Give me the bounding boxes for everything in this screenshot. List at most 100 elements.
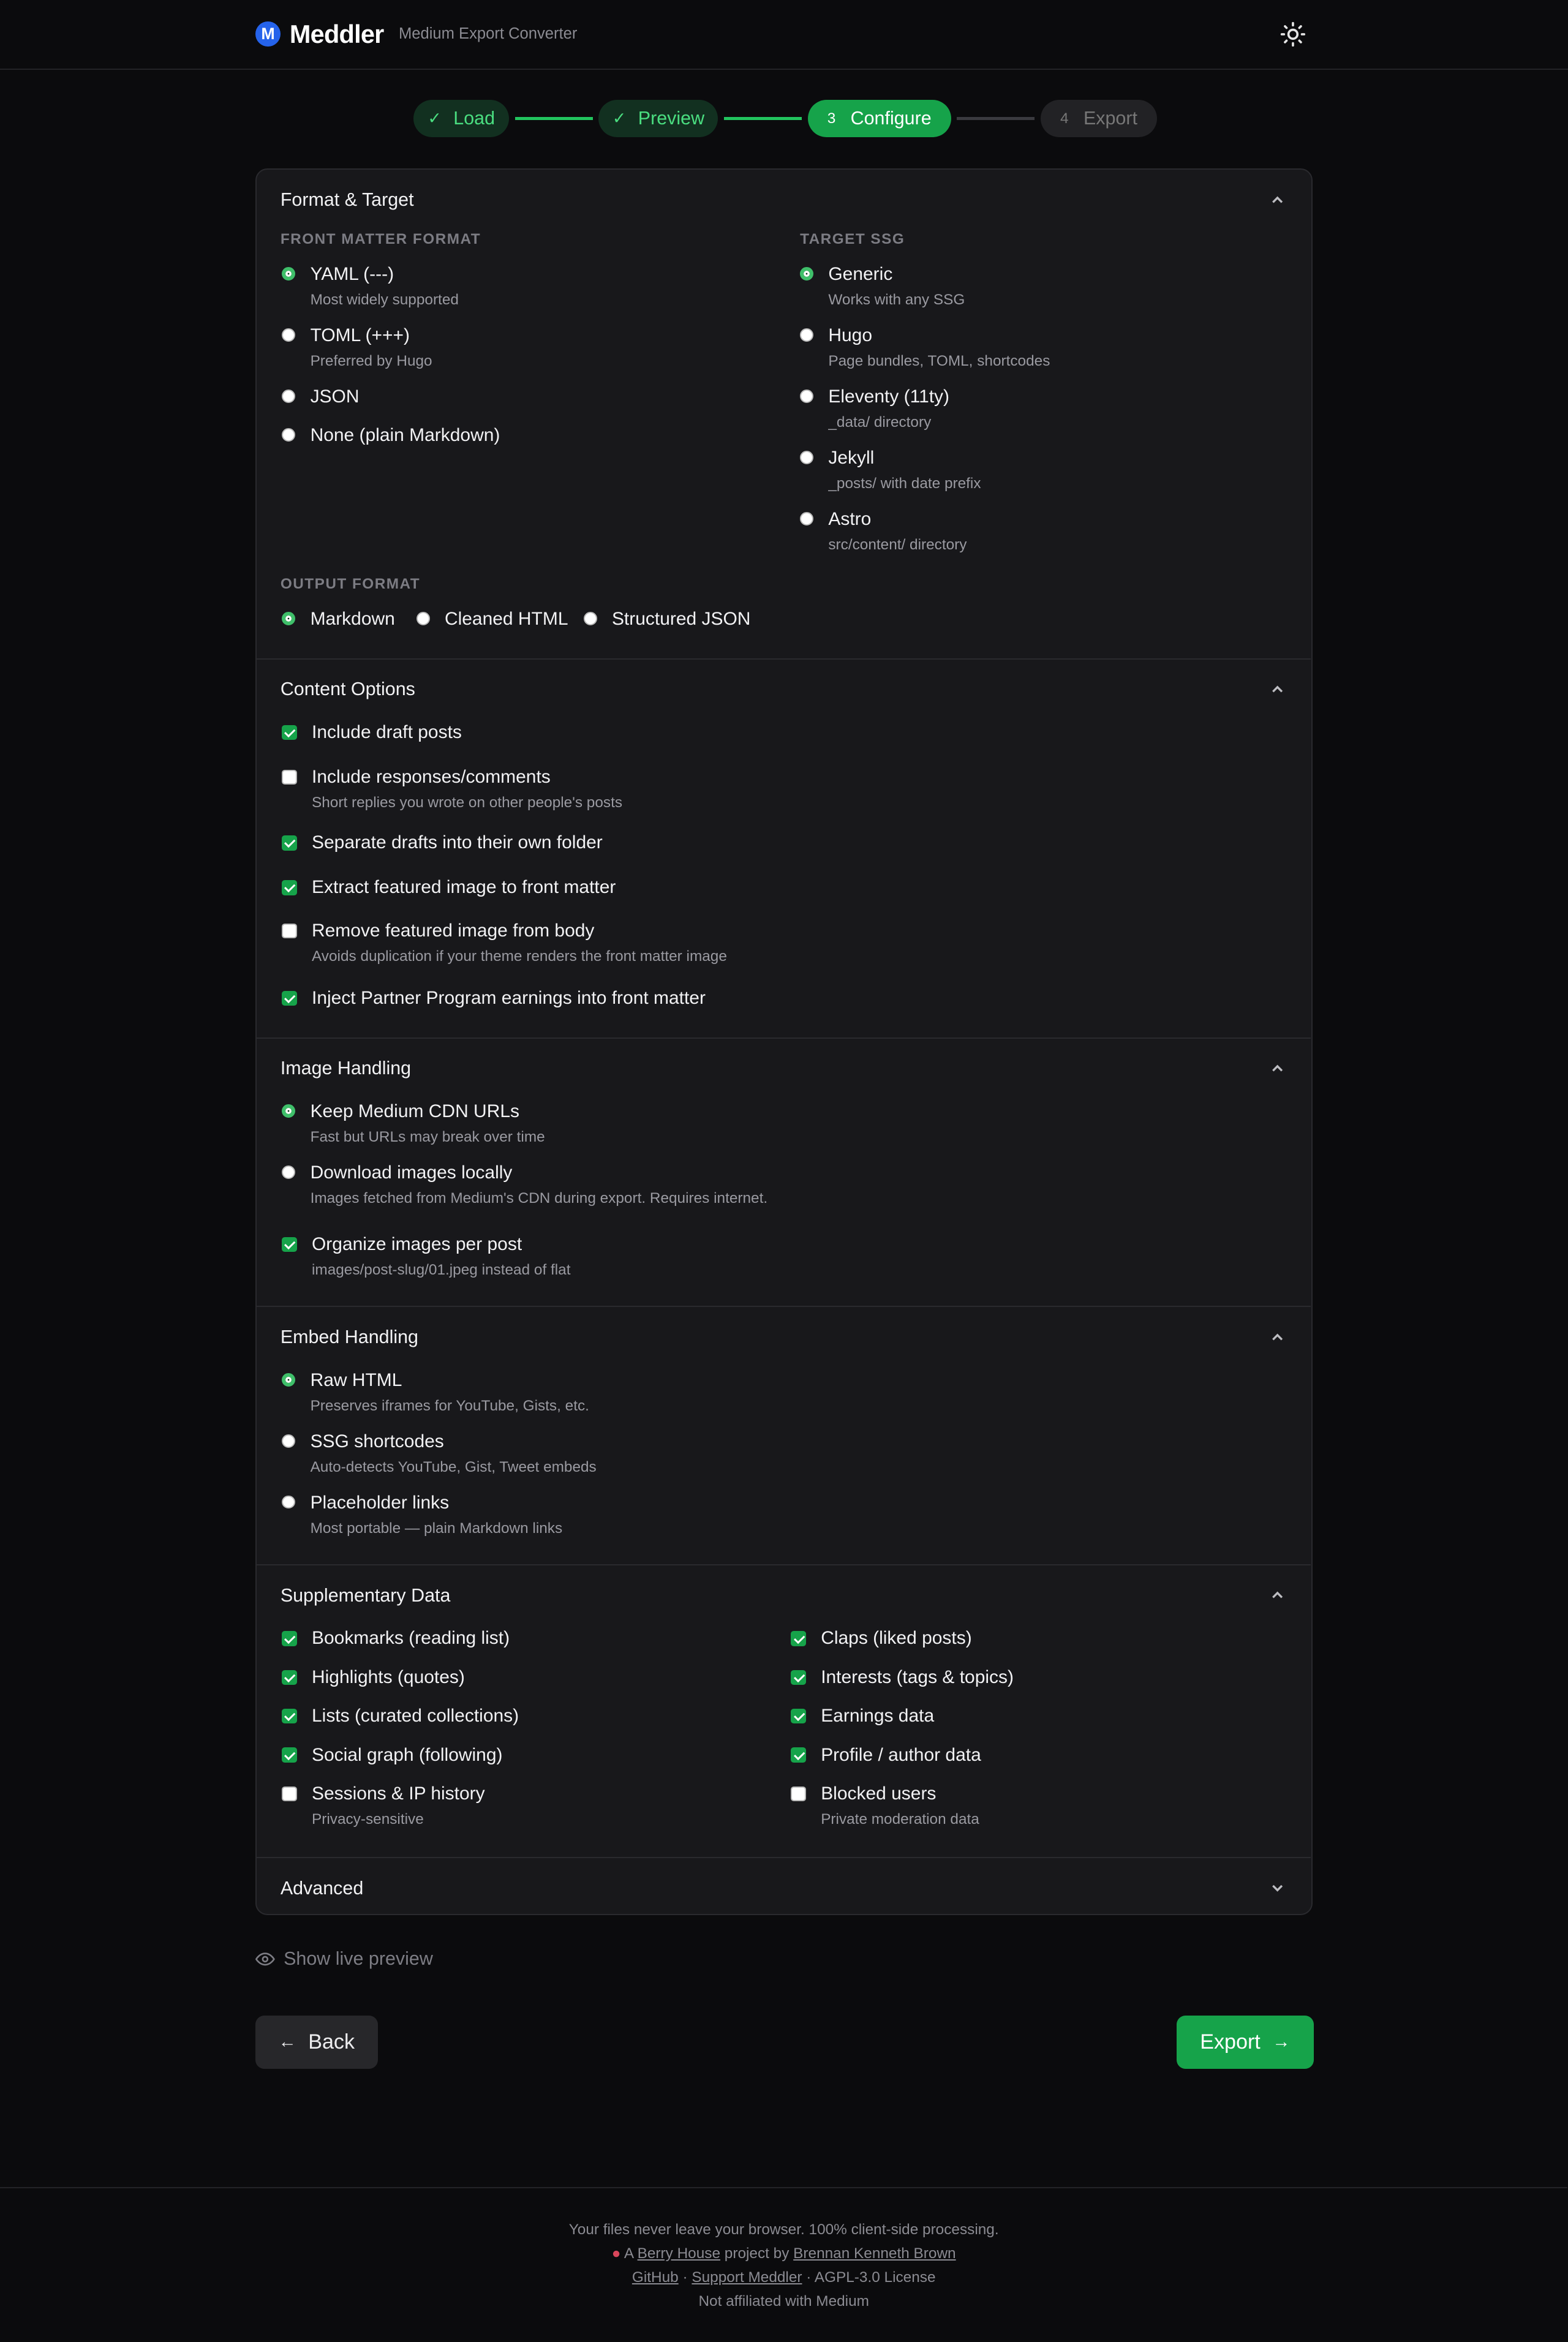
checkbox[interactable] [282,769,297,785]
step-preview[interactable]: ✓ Preview [598,100,718,138]
radio-button[interactable] [800,511,813,525]
radio-button[interactable] [282,1104,296,1118]
chevron-down-icon[interactable] [1268,1879,1286,1897]
section-title[interactable]: Image Handling [281,1058,411,1079]
section-advanced[interactable]: Advanced [256,1856,1311,1916]
radio-astro[interactable]: Astro src/content/ directory [800,509,967,554]
checkbox-claps[interactable]: Claps (liked posts) [791,1628,972,1649]
radio-ssg-shortcodes[interactable]: SSG shortcodes Auto-detects YouTube, Gist… [282,1431,597,1476]
chevron-up-icon[interactable] [1268,1586,1286,1604]
section-image-handling: Image Handling Keep Medium CDN URLs Fast … [256,1037,1311,1308]
checkbox[interactable] [282,990,297,1006]
radio-yaml[interactable]: YAML (---) Most widely supported [282,264,459,309]
radio-button[interactable] [800,450,813,464]
option-label: Include responses/comments [312,767,551,787]
checkbox[interactable] [791,1631,806,1646]
section-title[interactable]: Format & Target [281,189,414,211]
radio-download-images[interactable]: Download images locally Images fetched fr… [282,1162,767,1207]
checkbox-highlights[interactable]: Highlights (quotes) [282,1667,465,1688]
radio-cleaned-html[interactable]: Cleaned HTML [416,609,568,630]
checkbox[interactable] [282,725,297,740]
step-export[interactable]: 4 Export [1040,100,1158,138]
checkbox[interactable] [791,1670,806,1685]
chevron-up-icon[interactable] [1268,680,1286,698]
checkbox-lists[interactable]: Lists (curated collections) [282,1706,519,1726]
step-load[interactable]: ✓ Load [413,100,510,138]
chevron-up-icon[interactable] [1268,1060,1286,1077]
radio-raw-html[interactable]: Raw HTML Preserves iframes for YouTube, G… [282,1370,589,1415]
section-title[interactable]: Embed Handling [281,1327,418,1348]
radio-button[interactable] [282,328,296,342]
show-live-preview-toggle[interactable]: Show live preview [255,1948,433,1970]
chevron-up-icon[interactable] [1268,191,1286,209]
checkbox-profile[interactable]: Profile / author data [791,1745,981,1766]
checkbox[interactable] [282,1709,297,1724]
radio-placeholder-links[interactable]: Placeholder links Most portable — plain M… [282,1493,562,1537]
footer-privacy-note: Your files never leave your browser. 100… [568,2221,999,2238]
checkbox[interactable] [282,1786,297,1802]
radio-button[interactable] [800,328,813,342]
section-title[interactable]: Advanced [281,1878,363,1899]
checkbox[interactable] [282,923,297,939]
support-link[interactable]: Support Meddler [692,2269,802,2286]
back-button[interactable]: ← Back [255,2015,378,2069]
checkbox[interactable] [282,835,297,851]
checkbox-bookmarks[interactable]: Bookmarks (reading list) [282,1628,510,1649]
radio-json[interactable]: JSON [282,386,360,407]
section-title[interactable]: Content Options [281,679,415,700]
radio-keep-cdn[interactable]: Keep Medium CDN URLs Fast but URLs may br… [282,1101,545,1146]
radio-button[interactable] [282,428,296,442]
radio-button[interactable] [282,266,296,281]
option-label: Jekyll [828,447,875,468]
step-configure[interactable]: 3 Configure [807,100,951,138]
radio-button[interactable] [416,611,430,625]
radio-button[interactable] [282,611,296,625]
radio-button[interactable] [282,1434,296,1448]
radio-markdown[interactable]: Markdown [282,609,395,630]
checkbox-organize-images[interactable]: Organize images per post images/post-slug… [282,1234,570,1279]
checkbox[interactable] [791,1786,806,1802]
radio-button[interactable] [583,611,597,625]
sun-icon[interactable] [1280,21,1306,48]
checkbox[interactable] [282,1237,297,1252]
radio-none[interactable]: None (plain Markdown) [282,425,500,446]
radio-eleventy[interactable]: Eleventy (11ty) _data/ directory [800,386,949,431]
chevron-up-icon[interactable] [1268,1328,1286,1346]
checkbox[interactable] [791,1747,806,1763]
radio-toml[interactable]: TOML (+++) Preferred by Hugo [282,325,432,370]
radio-hugo[interactable]: Hugo Page bundles, TOML, shortcodes [800,325,1050,370]
checkbox-include-responses[interactable]: Include responses/comments Short replies … [282,767,622,811]
radio-button[interactable] [282,389,296,403]
radio-generic[interactable]: Generic Works with any SSG [800,264,965,309]
radio-button[interactable] [282,1495,296,1509]
radio-jekyll[interactable]: Jekyll _posts/ with date prefix [800,448,981,492]
checkbox-include-drafts[interactable]: Include draft posts [282,722,462,743]
checkbox-interests[interactable]: Interests (tags & topics) [791,1667,1014,1688]
author-link[interactable]: Brennan Kenneth Brown [793,2245,956,2262]
checkbox-remove-featured[interactable]: Remove featured image from body Avoids du… [282,921,727,965]
radio-button[interactable] [800,389,813,403]
checkbox-extract-featured[interactable]: Extract featured image to front matter [282,877,616,898]
checkbox-social-graph[interactable]: Social graph (following) [282,1745,503,1766]
checkbox-separate-drafts[interactable]: Separate drafts into their own folder [282,832,603,853]
brand-logo[interactable]: M Meddler Medium Export Converter [255,20,577,49]
checkbox[interactable] [791,1709,806,1724]
check-icon: ✓ [428,109,442,128]
radio-button[interactable] [282,1372,296,1387]
checkbox[interactable] [282,880,297,895]
checkbox[interactable] [282,1670,297,1685]
github-link[interactable]: GitHub [632,2269,679,2286]
checkbox-sessions[interactable]: Sessions & IP history Privacy-sensitive [282,1783,485,1828]
berry-house-link[interactable]: Berry House [638,2245,720,2262]
checkbox-inject-earnings[interactable]: Inject Partner Program earnings into fro… [282,988,706,1009]
checkbox[interactable] [282,1631,297,1646]
radio-button[interactable] [282,1165,296,1179]
export-button[interactable]: Export → [1176,2015,1314,2069]
option-label: Include draft posts [312,721,462,742]
section-title[interactable]: Supplementary Data [281,1585,451,1606]
radio-button[interactable] [800,266,813,281]
radio-structured-json[interactable]: Structured JSON [583,609,750,630]
checkbox-blocked-users[interactable]: Blocked users Private moderation data [791,1783,979,1828]
checkbox[interactable] [282,1747,297,1763]
checkbox-earnings[interactable]: Earnings data [791,1706,934,1726]
